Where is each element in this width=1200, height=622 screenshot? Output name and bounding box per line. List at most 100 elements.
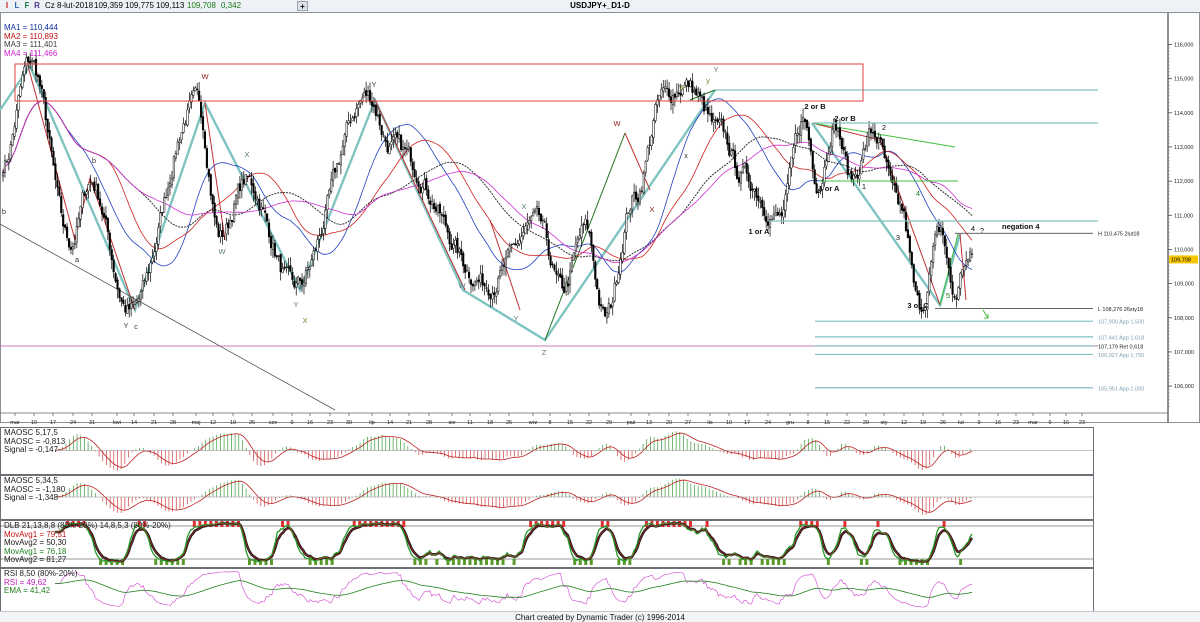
candle-body (943, 235, 946, 247)
candle-body (592, 244, 595, 261)
candle-body (97, 183, 100, 200)
candle-body (953, 295, 956, 298)
candle-body (266, 213, 269, 222)
candle-body (803, 118, 807, 123)
candle-body (951, 281, 954, 295)
candle-body (827, 153, 830, 162)
time-tick-label: 19 (920, 420, 926, 426)
candle-body (687, 80, 690, 88)
candle-body (600, 304, 603, 307)
time-tick-label: 19 (230, 420, 236, 426)
time-tick-label: sty (880, 420, 887, 426)
candle-body (825, 160, 828, 167)
dlb-movavg2-b: MovAvg2 = 81,27 (4, 555, 67, 565)
candle-body (347, 120, 350, 124)
candle-body (120, 297, 123, 302)
wave-label: 3 (896, 233, 900, 242)
candle-body (71, 246, 74, 250)
dlb-oversold-block (760, 559, 764, 565)
candle-body (281, 268, 284, 274)
price-level-label: 106,927 App 1,750 (1098, 353, 1144, 359)
candle-body (77, 218, 80, 228)
candle-body (891, 175, 894, 183)
candle-body (448, 231, 451, 245)
candle-body (200, 101, 203, 118)
candle-body (231, 220, 234, 222)
candle-body (481, 273, 484, 286)
wave-label: ? (980, 226, 984, 235)
dlb-overbought-block (562, 521, 566, 527)
candle-body (75, 226, 78, 243)
candle-body (701, 96, 704, 98)
wave-label: 1 or A (749, 227, 771, 236)
chart-canvas[interactable]: H 110,475 2lut18 L 108,276 26sty18 107,900… (0, 12, 1200, 611)
candle-body (145, 272, 148, 282)
candle-body (578, 235, 581, 239)
candle-body (473, 280, 476, 286)
candle-body (182, 123, 185, 133)
time-tick-label: 15 (824, 420, 830, 426)
dlb-overbought-block (942, 521, 946, 527)
candle-body (198, 90, 201, 101)
candle-body (679, 93, 682, 96)
candle-body (436, 205, 440, 213)
dlb-oversold-block (766, 559, 770, 565)
candle-body (384, 137, 387, 142)
candle-body (227, 222, 230, 228)
candle-body (343, 134, 346, 147)
candle-body (720, 118, 723, 120)
candle-body (207, 169, 210, 177)
candle-body (530, 216, 533, 222)
time-tick-label: 21 (151, 420, 157, 426)
candle-body (858, 174, 861, 180)
candle-body (805, 119, 808, 129)
candle-body (730, 150, 733, 156)
candle-body (699, 91, 702, 97)
candle-body (155, 242, 158, 252)
candle-body (561, 275, 564, 289)
candle-body (499, 270, 502, 278)
time-tick-label: 24 (765, 420, 771, 426)
candle-body (932, 246, 935, 263)
candle-body (225, 223, 228, 235)
candle-body (514, 243, 517, 246)
candle-body (15, 109, 18, 129)
candle-body (403, 147, 407, 150)
candle-body (784, 194, 787, 211)
candle-body (50, 137, 53, 152)
price-level-label: L 108,276 26sty18 (1098, 307, 1143, 313)
wave-label: y (706, 76, 710, 85)
time-tick-label: mar (10, 420, 20, 426)
candle-body (594, 261, 597, 280)
maosc1-legend: MAOSC 5,17,5 MAOSC = -0,813 Signal = -0,… (4, 428, 65, 455)
candle-body (438, 203, 441, 214)
candle-body (489, 293, 492, 299)
candle-body (201, 116, 205, 131)
dlb-legend: DLB 21,13,8,8 (80%-20%) 14,8,5,3 (80%-20… (4, 521, 171, 565)
candle-body (621, 251, 624, 262)
candle-body (161, 212, 164, 214)
candle-body (380, 125, 383, 136)
candle-body (316, 239, 319, 252)
candle-body (846, 155, 849, 176)
candle-body (306, 267, 309, 270)
candle-body (289, 265, 292, 272)
candle-body (922, 309, 925, 311)
time-tick-label: kwi (113, 420, 121, 426)
candle-body (104, 215, 107, 220)
candle-body (301, 279, 304, 285)
dlb-oversold-block (859, 559, 863, 565)
dlb-oversold-block (865, 559, 869, 565)
wave-label: W (218, 247, 226, 256)
candle-body (668, 88, 671, 98)
candle-body (133, 300, 137, 305)
candle-body (549, 256, 552, 266)
candle-body (469, 279, 473, 285)
candle-body (757, 195, 760, 201)
candle-body (743, 162, 746, 167)
candle-body (1, 172, 5, 177)
candle-body (607, 303, 610, 314)
candle-body (796, 133, 799, 136)
candle-body (685, 79, 688, 86)
candle-body (669, 96, 673, 103)
